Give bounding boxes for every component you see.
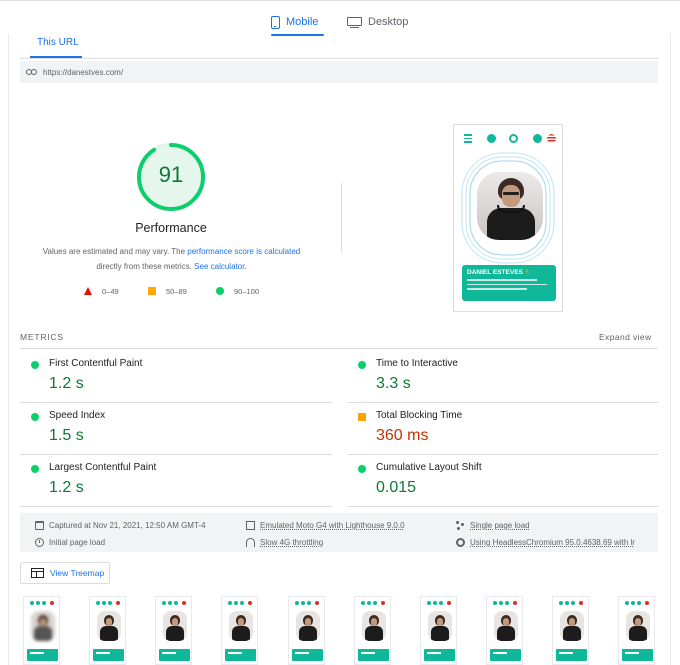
captured-text: Captured at Nov 21, 2021, 12:50 AM GMT-4 — [49, 520, 206, 530]
tab-desktop[interactable]: Desktop — [347, 8, 417, 36]
device-icon — [246, 520, 255, 530]
filmstrip-frame — [221, 596, 258, 665]
metric-speed-index: Speed Index 1.5 s — [20, 403, 322, 455]
mobile-phone-icon — [271, 15, 280, 29]
desc-text-1: Values are estimated and may vary. The — [42, 247, 188, 256]
legend-fail: 0–49 — [84, 285, 119, 297]
treemap-label: View Treemap — [50, 568, 105, 578]
filmstrip-frame — [155, 596, 192, 665]
emulated-device[interactable]: Emulated Moto G4 with Lighthouse 9.0.0 — [246, 519, 405, 531]
pass-circle-icon — [31, 413, 39, 421]
pass-circle-icon — [31, 361, 39, 369]
chrome-icon — [456, 537, 465, 547]
treemap-icon — [31, 568, 44, 578]
metric-name: First Contentful Paint — [49, 358, 143, 369]
see-calculator-link[interactable]: See calculator. — [194, 262, 246, 271]
browser-text: Using HeadlessChromium 95.0.4638.69 with… — [470, 537, 635, 547]
performance-description: Values are estimated and may vary. The p… — [30, 244, 313, 274]
legend-pass: 90–100 — [216, 285, 259, 297]
menu-icon — [464, 134, 473, 143]
metrics-heading: METRICS — [20, 332, 64, 342]
screenshot-name-card: DANIEL ESTEVES ✌ — [462, 265, 556, 301]
filmstrip-frame — [288, 596, 325, 665]
performance-title: Performance — [135, 221, 207, 235]
metric-cumulative-layout-shift: Cumulative Layout Shift 0.015 — [347, 455, 649, 507]
screenshot-nav — [462, 133, 557, 145]
timer-icon — [35, 537, 44, 547]
metric-total-blocking-time: Total Blocking Time 360 ms — [347, 403, 649, 455]
initial-load-text: Initial page load — [49, 537, 106, 547]
desktop-monitor-icon — [347, 16, 362, 28]
device-text: Emulated Moto G4 with Lighthouse 9.0.0 — [260, 520, 405, 530]
legend-average: 50–89 — [148, 285, 187, 297]
legend-fail-label: 0–49 — [102, 286, 119, 296]
captured-at: Captured at Nov 21, 2021, 12:50 AM GMT-4 — [35, 519, 206, 531]
filmstrip-frame — [89, 596, 126, 665]
tab-desktop-label: Desktop — [368, 16, 409, 28]
metric-name: Speed Index — [49, 410, 106, 421]
url-text[interactable]: https://danestves.com/ — [43, 68, 123, 77]
throttling-text: Slow 4G throttling — [260, 537, 324, 547]
metric-value: 1.2 s — [49, 375, 84, 392]
theme-icon — [487, 134, 496, 143]
single-page-load[interactable]: Single page load — [456, 519, 530, 531]
run-info-panel: Captured at Nov 21, 2021, 12:50 AM GMT-4… — [20, 513, 658, 552]
tab-mobile-label: Mobile — [286, 16, 319, 28]
pass-circle-icon — [31, 465, 39, 473]
desc-text-2: directly from these metrics. — [96, 262, 195, 271]
metric-value: 360 ms — [376, 427, 429, 444]
fail-triangle-icon — [84, 287, 92, 295]
filmstrip-frame — [552, 596, 589, 665]
final-screenshot[interactable]: DANIEL ESTEVES ✌ — [453, 124, 563, 312]
metric-name: Largest Contentful Paint — [49, 462, 157, 473]
device-tabs: Mobile Desktop — [0, 0, 680, 36]
flag-icon — [547, 134, 556, 143]
wifi-icon — [246, 537, 255, 547]
logo-icon — [509, 134, 518, 143]
legend-average-label: 50–89 — [166, 286, 187, 296]
metric-name: Time to Interactive — [376, 358, 458, 369]
pass-circle-icon — [358, 465, 366, 473]
filmstrip-frame — [618, 596, 655, 665]
link-icon — [26, 69, 37, 75]
single-load-text: Single page load — [470, 520, 530, 530]
network-throttling[interactable]: Slow 4G throttling — [246, 536, 323, 548]
metric-first-contentful-paint: First Contentful Paint 1.2 s — [20, 351, 322, 403]
pass-circle-icon — [358, 361, 366, 369]
average-square-icon — [358, 413, 366, 421]
view-treemap-button[interactable]: View Treemap — [20, 562, 110, 584]
metric-time-to-interactive: Time to Interactive 3.3 s — [347, 351, 649, 403]
filmstrip-frame — [354, 596, 391, 665]
filmstrip-frame — [23, 596, 60, 665]
filmstrip-frame — [486, 596, 523, 665]
browser-info[interactable]: Using HeadlessChromium 95.0.4638.69 with… — [456, 536, 635, 548]
performance-score-link[interactable]: performance score is calculated — [187, 247, 300, 256]
metric-name: Total Blocking Time — [376, 410, 463, 421]
metric-name: Cumulative Layout Shift — [376, 462, 482, 473]
url-bar: https://danestves.com/ — [20, 61, 658, 83]
performance-score: 91 — [158, 162, 184, 187]
metric-largest-contentful-paint: Largest Contentful Paint 1.2 s — [20, 455, 322, 507]
metric-value: 3.3 s — [376, 375, 411, 392]
metric-value: 1.5 s — [49, 427, 84, 444]
legend-pass-label: 90–100 — [234, 286, 260, 296]
tab-this-url[interactable]: This URL — [37, 37, 79, 48]
expand-view-button[interactable]: Expand view — [599, 332, 652, 342]
card-name: DANIEL ESTEVES — [467, 269, 525, 276]
profile-photo — [477, 172, 543, 240]
single-load-icon — [456, 520, 465, 530]
card-emoji: ✌ — [524, 269, 531, 276]
filmstrip-frame — [420, 596, 457, 665]
metric-value: 0.015 — [376, 479, 417, 496]
initial-page-load: Initial page load — [35, 536, 105, 548]
metric-value: 1.2 s — [49, 479, 84, 496]
tab-mobile[interactable]: Mobile — [271, 8, 324, 36]
pass-circle-icon — [216, 287, 224, 295]
settings-icon — [533, 134, 542, 143]
calendar-icon — [35, 520, 44, 530]
average-square-icon — [148, 287, 156, 295]
